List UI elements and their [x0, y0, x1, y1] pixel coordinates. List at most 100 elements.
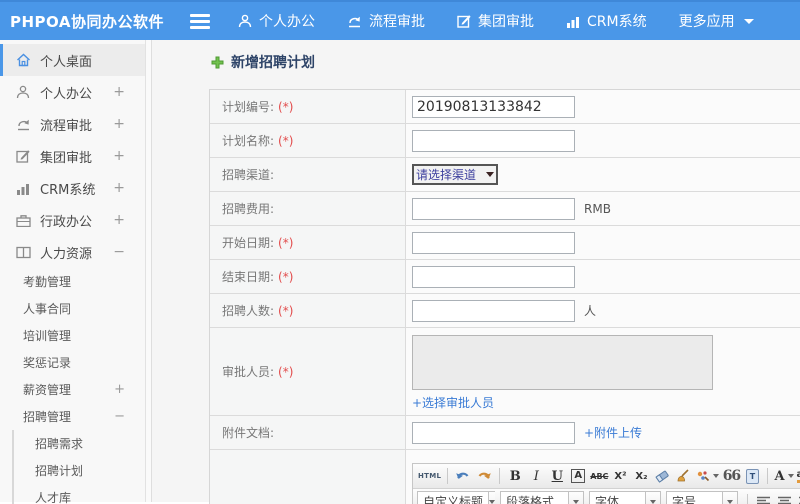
- top-menu-more-apps[interactable]: 更多应用: [679, 11, 754, 31]
- attachment-upload-link[interactable]: +附件上传: [584, 424, 642, 441]
- editor-superscript-button[interactable]: X²: [610, 466, 630, 486]
- editor-redo-button[interactable]: [474, 466, 494, 486]
- sidebar-subitem-salary[interactable]: 薪资管理 +: [0, 376, 145, 403]
- sidebar-subitem-rewards[interactable]: 奖惩记录: [0, 349, 145, 376]
- top-menu-personal-office[interactable]: 个人办公: [238, 11, 315, 31]
- sidebar-item-crm[interactable]: CRM系统 +: [0, 172, 145, 204]
- sidebar-item-admin-office[interactable]: 行政办公 +: [0, 204, 145, 236]
- editor-custom-title-select[interactable]: 自定义标题: [417, 491, 496, 504]
- editor-anchor-button[interactable]: A: [568, 466, 588, 486]
- fee-unit: RMB: [584, 201, 611, 216]
- home-icon: [15, 52, 31, 68]
- book-icon: [15, 244, 31, 260]
- start-date-input[interactable]: [412, 231, 575, 254]
- fee-input[interactable]: [412, 197, 575, 220]
- editor-highlight-button[interactable]: ab: [796, 466, 800, 486]
- editor-underline-button[interactable]: U: [547, 466, 567, 486]
- form-row-content-editor: HTML B I U A ABC X² X₂ 66 T A a 自定义标题 段落…: [210, 450, 800, 504]
- editor-align-right-button[interactable]: [795, 492, 800, 504]
- caret-down-icon: [489, 499, 496, 504]
- plan-no-input[interactable]: [412, 95, 575, 118]
- sidebar-item-group-approval[interactable]: 集团审批 +: [0, 140, 145, 172]
- editor-format-clear-button[interactable]: [652, 466, 672, 486]
- sidebar: 个人桌面 个人办公 + 流程审批 + 集团审批 + CRM系统 + 行政办公 +: [0, 40, 146, 504]
- sidebar-subitem-recruit-demand[interactable]: 招聘需求: [14, 430, 145, 457]
- plan-name-input[interactable]: [412, 129, 575, 152]
- expand-icon[interactable]: +: [113, 180, 125, 196]
- sidebar-subitem-attendance[interactable]: 考勤管理: [0, 268, 145, 295]
- editor-font-color-button[interactable]: A: [773, 466, 794, 486]
- form-row-end-date: 结束日期: (*): [210, 260, 800, 294]
- required-mark: (*): [278, 269, 294, 284]
- sidebar-item-hr[interactable]: 人力资源 −: [0, 236, 145, 268]
- editor-toolbar-row2: 自定义标题 段落格式 字体 字号: [413, 489, 800, 504]
- editor-undo-button[interactable]: [453, 466, 473, 486]
- editor-paste-text-button[interactable]: T: [742, 466, 762, 486]
- workflow-icon: [15, 116, 31, 132]
- end-date-input[interactable]: [412, 265, 575, 288]
- editor-paragraph-select[interactable]: 段落格式: [500, 491, 584, 504]
- editor-align-center-button[interactable]: [774, 492, 794, 504]
- field-label: 结束日期:: [222, 270, 275, 284]
- editor-italic-button[interactable]: I: [526, 466, 546, 486]
- top-bar: PHPOA协同办公软件 个人办公 流程审批 集团审批 CRM系统 更多应用: [0, 0, 800, 40]
- editor-strikethrough-button[interactable]: ABC: [589, 466, 609, 486]
- editor-bold-button[interactable]: B: [505, 466, 525, 486]
- top-menu-workflow-approval[interactable]: 流程审批: [347, 11, 425, 31]
- user-icon: [238, 14, 252, 28]
- sidebar-item-workflow-approval[interactable]: 流程审批 +: [0, 108, 145, 140]
- clipboard-icon: T: [745, 468, 759, 484]
- app-logo: PHPOA协同办公软件: [10, 12, 164, 31]
- editor-font-size-select[interactable]: 字号: [666, 491, 738, 504]
- editor-clean-button[interactable]: [673, 466, 693, 486]
- redo-icon: [478, 472, 492, 479]
- expand-icon[interactable]: +: [113, 148, 125, 164]
- sidebar-subitem-talent-pool[interactable]: 人才库: [14, 484, 145, 504]
- editor-html-source-button[interactable]: HTML: [417, 466, 442, 486]
- main-content: 新增招聘计划 计划编号: (*) 计划名称: (*): [152, 40, 800, 504]
- headcount-unit: 人: [584, 304, 597, 318]
- editor-font-family-select[interactable]: 字体: [589, 491, 661, 504]
- choose-approvers-link[interactable]: +选择审批人员: [412, 394, 494, 411]
- edit-icon: [15, 148, 31, 164]
- workflow-icon: [349, 16, 360, 28]
- channel-select[interactable]: 请选择渠道: [412, 164, 498, 185]
- approvers-textarea[interactable]: [412, 335, 713, 390]
- field-label: 招聘人数:: [222, 304, 275, 318]
- attachment-input[interactable]: [412, 421, 575, 444]
- sidebar-subitem-recruit-plan[interactable]: 招聘计划: [14, 457, 145, 484]
- sidebar-item-personal-office[interactable]: 个人办公 +: [0, 76, 145, 108]
- field-label: 招聘渠道:: [222, 168, 275, 182]
- editor-align-left-button[interactable]: [753, 492, 773, 504]
- form-row-attachment: 附件文档: +附件上传: [210, 416, 800, 450]
- form-row-approvers: 审批人员: (*) +选择审批人员: [210, 328, 800, 416]
- chart-icon: [567, 16, 579, 28]
- form-row-plan-name: 计划名称: (*): [210, 124, 800, 158]
- editor-subscript-button[interactable]: X₂: [631, 466, 651, 486]
- eraser-icon: [655, 470, 670, 483]
- undo-icon: [456, 472, 469, 479]
- top-menu-group-approval[interactable]: 集团审批: [457, 11, 534, 31]
- editor-blockquote-button[interactable]: 66: [721, 466, 742, 486]
- caret-down-icon: [713, 474, 720, 478]
- required-mark: (*): [278, 303, 294, 318]
- expand-icon[interactable]: +: [113, 212, 125, 228]
- hamburger-menu-icon[interactable]: [190, 13, 210, 29]
- expand-icon[interactable]: +: [114, 382, 125, 397]
- edit-icon: [457, 15, 471, 28]
- expand-icon[interactable]: +: [113, 84, 125, 100]
- editor-format-painter-button[interactable]: [694, 466, 720, 486]
- headcount-input[interactable]: [412, 299, 575, 322]
- required-mark: (*): [278, 364, 294, 379]
- sidebar-subitem-training[interactable]: 培训管理: [0, 322, 145, 349]
- required-mark: (*): [278, 133, 294, 148]
- top-menu-crm[interactable]: CRM系统: [566, 11, 647, 31]
- sidebar-subitem-hr-contract[interactable]: 人事合同: [0, 295, 145, 322]
- sidebar-subitem-recruitment[interactable]: 招聘管理 −: [0, 403, 145, 430]
- sidebar-item-desktop[interactable]: 个人桌面: [0, 44, 145, 76]
- expand-icon[interactable]: +: [113, 116, 125, 132]
- required-mark: (*): [278, 235, 294, 250]
- add-plus-icon: [211, 56, 224, 68]
- collapse-icon[interactable]: −: [113, 244, 125, 260]
- collapse-icon[interactable]: −: [114, 409, 125, 424]
